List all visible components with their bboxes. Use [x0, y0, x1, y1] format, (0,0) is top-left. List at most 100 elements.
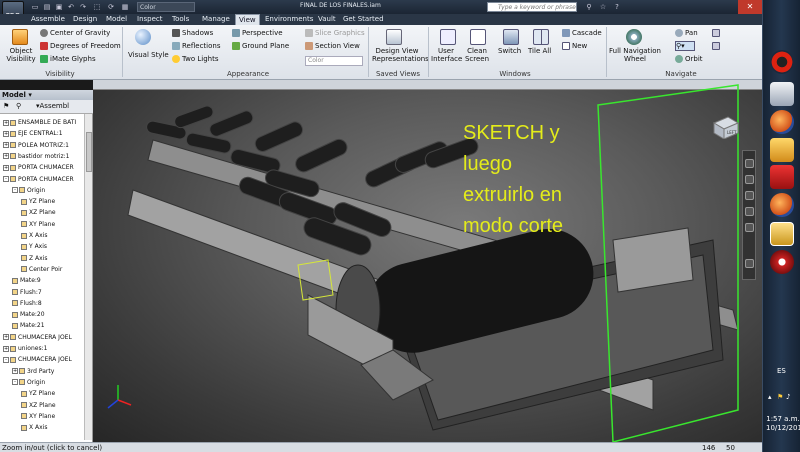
tab-model[interactable]: Model [106, 15, 127, 23]
tree-item[interactable]: + uniones:1 [3, 344, 47, 354]
ground-plane-button[interactable]: Ground Plane [232, 42, 289, 50]
expand-icon[interactable]: + [3, 119, 9, 126]
pan-nav-icon[interactable] [745, 175, 754, 184]
visual-style-button[interactable]: Visual Style [128, 51, 169, 59]
browser-title[interactable]: Model ▾ [0, 90, 93, 100]
object-visibility-button[interactable]: Object Visibility [4, 47, 38, 63]
tree-item[interactable]: Y Axis [21, 242, 47, 252]
tab-inspect[interactable]: Inspect [137, 15, 163, 23]
firefox-icon[interactable] [770, 110, 794, 134]
shadows-button[interactable]: Shadows [172, 29, 213, 37]
find-icon[interactable]: ⚲ [16, 102, 21, 110]
zoom-button[interactable]: ⚲▾ [675, 41, 695, 51]
switch-button[interactable]: Switch [498, 47, 521, 55]
view-face-button[interactable] [712, 29, 722, 37]
open-icon[interactable]: ▤ [42, 2, 52, 12]
tab-tools[interactable]: Tools [172, 15, 189, 23]
perspective-button[interactable]: Perspective [232, 29, 283, 37]
clock[interactable]: 1:57 a.m. 10/12/2011 [766, 415, 800, 433]
firefox-icon-2[interactable] [770, 193, 794, 217]
tile-all-button[interactable]: Tile All [528, 47, 551, 55]
tree-item[interactable]: + bastidor motriz:1 [3, 152, 69, 162]
graphics-window[interactable]: SKETCH y luego extruirlo en modo corte L… [93, 80, 762, 442]
tree-item[interactable]: YZ Plane [21, 197, 55, 207]
tree-item[interactable]: + CHUMACERA JOEL [3, 333, 72, 343]
search-input[interactable]: Type a keyword or phrase [487, 2, 577, 12]
outlook-icon[interactable] [770, 138, 794, 162]
inventor-icon[interactable] [770, 222, 794, 246]
select-icon[interactable]: ⬚ [92, 2, 102, 12]
look-at-icon[interactable] [745, 223, 754, 232]
tree-item[interactable]: XZ Plane [21, 401, 56, 411]
tree-item[interactable]: Z Axis [21, 254, 47, 264]
star-icon[interactable]: ☆ [598, 2, 608, 12]
explorer-icon[interactable] [770, 82, 794, 106]
orbit-nav-icon[interactable] [745, 207, 754, 216]
tree-item[interactable]: Mate:20 [12, 310, 45, 320]
expand-icon[interactable]: + [3, 142, 9, 149]
save-icon[interactable]: ▣ [54, 2, 64, 12]
tab-assemble[interactable]: Assemble [31, 15, 65, 23]
clean-screen-button[interactable]: Clean Screen [462, 47, 492, 63]
solidworks-icon[interactable] [770, 165, 794, 189]
flag-icon[interactable]: ⚑ [777, 393, 783, 401]
filter-icon[interactable]: ⚑ [3, 102, 9, 110]
design-view-button[interactable]: Design View Representations [372, 47, 429, 63]
binoculars-icon[interactable]: ⚲ [584, 2, 594, 12]
tree-item[interactable]: XY Plane [21, 220, 55, 230]
collapse-icon[interactable]: - [12, 187, 18, 194]
tab-environments[interactable]: Environments [265, 15, 313, 23]
tree-item[interactable]: YZ Plane [21, 389, 55, 399]
lighting-dropdown[interactable]: Two Lights [172, 55, 218, 63]
scrollbar-thumb[interactable] [86, 132, 92, 172]
browser-scrollbar[interactable] [84, 114, 92, 440]
update-icon[interactable]: ⟳ [106, 2, 116, 12]
collapse-icon[interactable]: - [12, 379, 18, 386]
tree-item[interactable]: Flush:7 [12, 288, 42, 298]
help-icon[interactable]: ? [612, 2, 622, 12]
browser-view-dropdown[interactable]: ▾ Assembl [36, 102, 69, 110]
solidworks-explorer-icon[interactable] [770, 250, 794, 274]
close-button[interactable]: ✕ [738, 0, 762, 14]
new-icon[interactable]: ▭ [30, 2, 40, 12]
full-navigation-wheel-button[interactable]: Full Navigation Wheel [609, 47, 661, 63]
tab-design[interactable]: Design [73, 15, 97, 23]
center-of-gravity-button[interactable]: Center of Gravity [40, 29, 110, 37]
volume-icon[interactable]: ♪ [786, 393, 790, 401]
tree-item[interactable]: Flush:8 [12, 299, 42, 309]
tree-item[interactable]: - PORTA CHUMACER [3, 175, 74, 185]
home-view-button[interactable] [712, 42, 722, 50]
slice-graphics-button[interactable]: Slice Graphics [305, 29, 365, 37]
zoom-nav-icon[interactable] [745, 191, 754, 200]
new-window-button[interactable]: New [562, 42, 587, 50]
tree-item[interactable]: + PORTA CHUMACER [3, 163, 74, 173]
properties-icon[interactable]: ▦ [120, 2, 130, 12]
redo-icon[interactable]: ↷ [78, 2, 88, 12]
pan-button[interactable]: Pan [675, 29, 698, 37]
expand-icon[interactable]: + [3, 345, 9, 352]
tree-item[interactable]: - Origin [12, 186, 45, 196]
opera-icon[interactable] [770, 50, 794, 74]
cascade-button[interactable]: Cascade [562, 29, 602, 37]
nav-bar-menu-icon[interactable] [745, 259, 754, 268]
tree-item[interactable]: + POLEA MOTRIZ:1 [3, 141, 69, 151]
expand-icon[interactable]: + [3, 334, 9, 341]
expand-icon[interactable]: + [3, 153, 9, 160]
tree-item[interactable]: Mate:21 [12, 321, 45, 331]
tree-item[interactable]: - Origin [12, 378, 45, 388]
tray-arrow-icon[interactable]: ▴ [768, 393, 772, 401]
reflections-button[interactable]: Reflections [172, 42, 220, 50]
tree-item[interactable]: X Axis [21, 423, 47, 433]
tree-item[interactable]: - CHUMACERA JOEL [3, 355, 72, 365]
tree-item[interactable]: X Axis [21, 231, 47, 241]
tree-item[interactable]: XZ Plane [21, 208, 56, 218]
user-interface-button[interactable]: User Interface [431, 47, 462, 63]
tab-manage[interactable]: Manage [202, 15, 230, 23]
degrees-of-freedom-button[interactable]: Degrees of Freedom [40, 42, 121, 50]
tree-item[interactable]: Center Poir [21, 265, 62, 275]
tab-get-started[interactable]: Get Started [343, 15, 384, 23]
tree-item[interactable]: + EJE CENTRAL:1 [3, 129, 63, 139]
undo-icon[interactable]: ↶ [66, 2, 76, 12]
language-indicator[interactable]: ES [777, 367, 786, 375]
color-dropdown[interactable]: Color [137, 2, 195, 12]
